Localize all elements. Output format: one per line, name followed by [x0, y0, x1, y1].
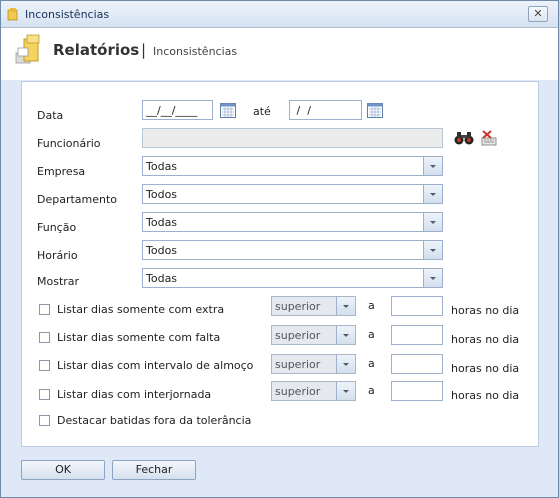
window-title: Inconsistências: [25, 8, 110, 21]
horario-label: Horário: [37, 249, 78, 262]
date-range-connector: até: [253, 105, 271, 118]
option-label[interactable]: Listar dias somente com falta: [57, 331, 220, 344]
operator-select[interactable]: superior: [271, 325, 356, 345]
start-date-input[interactable]: [142, 100, 213, 120]
mostrar-label: Mostrar: [37, 275, 80, 288]
chevron-down-icon[interactable]: [336, 297, 355, 315]
chevron-down-icon[interactable]: [336, 382, 355, 400]
departamento-selected-value: Todos: [146, 188, 178, 201]
departamento-label: Departamento: [37, 193, 118, 206]
close-button[interactable]: ✕: [528, 6, 548, 22]
calendar-icon[interactable]: [220, 103, 236, 118]
funcionario-field[interactable]: [142, 128, 443, 148]
empresa-selected-value: Todas: [146, 160, 178, 173]
ok-button[interactable]: OK: [21, 460, 105, 480]
option-checkbox[interactable]: [39, 360, 50, 371]
option-label[interactable]: Listar dias somente com extra: [57, 303, 224, 316]
destacar-checkbox[interactable]: [39, 415, 50, 426]
option-label[interactable]: Listar dias com intervalo de almoço: [57, 359, 253, 372]
report-folder-icon: [15, 34, 40, 64]
chevron-down-icon[interactable]: [336, 326, 355, 344]
destacar-label[interactable]: Destacar batidas fora da tolerância: [57, 414, 251, 427]
hours-unit-label: horas no dia: [451, 389, 520, 402]
empresa-select[interactable]: Todas: [142, 156, 443, 176]
chevron-down-icon[interactable]: [423, 241, 442, 259]
range-connector: a: [368, 357, 375, 370]
hours-unit-label: horas no dia: [451, 362, 520, 375]
page-title: Relatórios: [53, 41, 140, 59]
option-checkbox[interactable]: [39, 304, 50, 315]
funcao-label: Função: [37, 221, 77, 234]
hours-input[interactable]: [391, 325, 443, 345]
option-checkbox[interactable]: [39, 389, 50, 400]
funcao-selected-value: Todas: [146, 216, 178, 229]
operator-select[interactable]: superior: [271, 354, 356, 374]
option-checkbox[interactable]: [39, 332, 50, 343]
operator-select[interactable]: superior: [271, 381, 356, 401]
operator-selected-value: superior: [275, 329, 321, 342]
operator-selected-value: superior: [275, 385, 321, 398]
page-header: Relatórios | Inconsistências: [1, 28, 558, 80]
option-label[interactable]: Listar dias com interjornada: [57, 388, 211, 401]
hours-unit-label: horas no dia: [451, 304, 520, 317]
end-date-input[interactable]: [289, 100, 362, 120]
title-bar[interactable]: Inconsistências ✕: [1, 1, 558, 28]
departamento-select[interactable]: Todos: [142, 184, 443, 204]
mostrar-select[interactable]: Todas: [142, 268, 443, 288]
operator-selected-value: superior: [275, 358, 321, 371]
operator-selected-value: superior: [275, 300, 321, 313]
chevron-down-icon[interactable]: [423, 185, 442, 203]
chevron-down-icon[interactable]: [336, 355, 355, 373]
chevron-down-icon[interactable]: [423, 213, 442, 231]
funcao-select[interactable]: Todas: [142, 212, 443, 232]
hours-input[interactable]: [391, 354, 443, 374]
form-panel: Data até Funcionário: [21, 81, 539, 447]
dialog-window: Inconsistências ✕ Relatórios | Inconsist…: [0, 0, 559, 498]
binoculars-icon[interactable]: [454, 130, 474, 146]
chevron-down-icon[interactable]: [423, 269, 442, 287]
operator-select[interactable]: superior: [271, 296, 356, 316]
clear-field-icon[interactable]: [480, 129, 498, 147]
folder-icon: [7, 8, 18, 21]
hours-unit-label: horas no dia: [451, 333, 520, 346]
calendar-icon[interactable]: [367, 103, 383, 118]
title-separator: |: [141, 41, 147, 59]
hours-input[interactable]: [391, 296, 443, 316]
page-subtitle: Inconsistências: [153, 45, 238, 58]
fechar-button[interactable]: Fechar: [112, 460, 196, 480]
range-connector: a: [368, 328, 375, 341]
chevron-down-icon[interactable]: [423, 157, 442, 175]
range-connector: a: [368, 384, 375, 397]
mostrar-selected-value: Todas: [146, 272, 178, 285]
horario-selected-value: Todos: [146, 244, 178, 257]
data-label: Data: [37, 109, 64, 122]
horario-select[interactable]: Todos: [142, 240, 443, 260]
hours-input[interactable]: [391, 381, 443, 401]
empresa-label: Empresa: [37, 165, 86, 178]
funcionario-label: Funcionário: [37, 137, 101, 150]
range-connector: a: [368, 299, 375, 312]
